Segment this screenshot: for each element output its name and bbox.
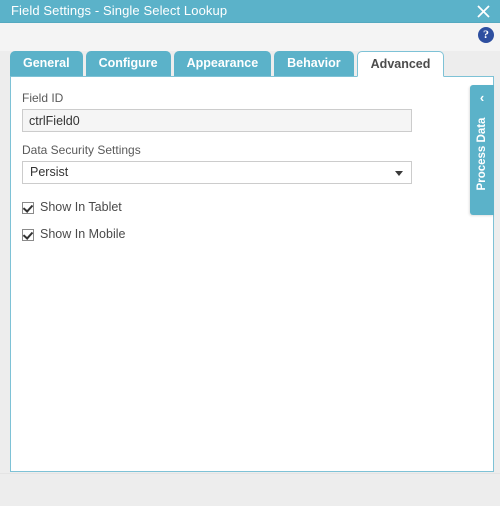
field-id-label: Field ID bbox=[22, 91, 64, 105]
advanced-tab-panel: Field ID Data Security Settings Persist … bbox=[10, 76, 494, 472]
tab-configure[interactable]: Configure bbox=[85, 51, 171, 77]
show-in-mobile-checkbox[interactable] bbox=[22, 229, 34, 241]
help-question-icon[interactable]: ? bbox=[478, 27, 494, 43]
dialog-titlebar: Field Settings - Single Select Lookup bbox=[0, 0, 500, 23]
chevron-down-icon bbox=[395, 171, 403, 176]
process-data-label: Process Data bbox=[476, 117, 488, 191]
tab-advanced-label: Advanced bbox=[370, 57, 431, 71]
tab-behavior-label: Behavior bbox=[287, 56, 341, 70]
dialog-footer bbox=[0, 473, 500, 506]
tab-general-label: General bbox=[23, 56, 70, 70]
show-in-mobile-label: Show In Mobile bbox=[40, 227, 126, 241]
dialog-subheader: ? bbox=[0, 23, 500, 51]
dialog-title: Field Settings - Single Select Lookup bbox=[11, 3, 228, 18]
tab-general[interactable]: General bbox=[10, 51, 83, 77]
tab-appearance[interactable]: Appearance bbox=[173, 51, 272, 77]
data-security-settings-label: Data Security Settings bbox=[22, 143, 141, 157]
tab-behavior[interactable]: Behavior bbox=[274, 51, 354, 77]
show-in-tablet-label: Show In Tablet bbox=[40, 200, 122, 214]
show-in-tablet-checkbox[interactable] bbox=[22, 202, 34, 214]
tab-advanced[interactable]: Advanced bbox=[356, 51, 445, 77]
tab-appearance-label: Appearance bbox=[186, 56, 259, 70]
data-security-settings-value: Persist bbox=[30, 165, 69, 179]
process-data-side-tab[interactable]: ‹ Process Data bbox=[470, 85, 494, 215]
tab-configure-label: Configure bbox=[98, 56, 158, 70]
close-icon[interactable] bbox=[472, 1, 494, 22]
field-id-input[interactable] bbox=[22, 109, 412, 132]
field-settings-dialog: Field Settings - Single Select Lookup ? … bbox=[0, 0, 500, 506]
data-security-settings-select[interactable]: Persist bbox=[22, 161, 412, 184]
settings-tabstrip: General Configure Appearance Behavior Ad… bbox=[10, 51, 490, 77]
help-glyph: ? bbox=[483, 27, 489, 41]
